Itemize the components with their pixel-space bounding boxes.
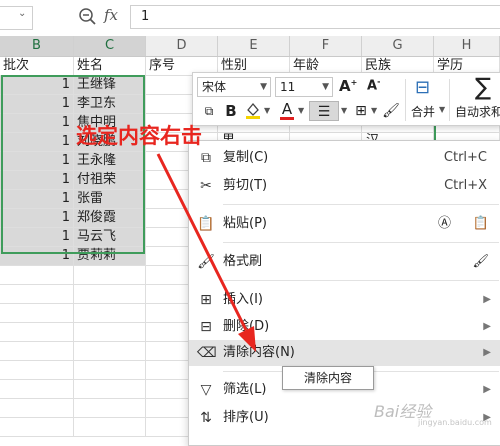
cell-batch[interactable]: 1 — [0, 76, 74, 95]
align-center-icon[interactable]: ☰ — [309, 101, 339, 121]
cell-name[interactable]: 郑俊霞 — [74, 209, 146, 228]
chevron-down-icon[interactable]: ▼ — [341, 101, 347, 121]
column-header-e[interactable]: E — [218, 36, 290, 56]
column-header-d[interactable]: D — [146, 36, 218, 56]
empty-cell[interactable] — [0, 285, 74, 304]
cell-header-name[interactable]: 姓名 — [74, 57, 146, 76]
empty-cell[interactable] — [74, 342, 146, 361]
empty-cell[interactable] — [0, 380, 74, 399]
toolbar-divider — [449, 79, 450, 121]
mini-toolbar: 宋体 ▼ 11 ▼ A+ A- ⧉ B ▼ A ▼ ☰ ▼ ⊞ ▼ 🖌 ⊟ 合并… — [192, 72, 500, 126]
chevron-right-icon: ▶ — [483, 321, 491, 332]
annotation-arrow — [156, 153, 256, 352]
fill-color-icon[interactable] — [243, 101, 263, 121]
empty-cell[interactable] — [74, 266, 146, 285]
cell-batch[interactable]: 1 — [0, 95, 74, 114]
merge-label[interactable]: 合并 — [411, 103, 435, 120]
chevron-down-icon: ▼ — [322, 82, 329, 92]
paint-format-icon[interactable]: 🖌 — [381, 101, 401, 121]
cell-batch[interactable]: 1 — [0, 190, 74, 209]
font-name-value: 宋体 — [202, 80, 227, 94]
chevron-down-icon[interactable]: ▼ — [371, 101, 377, 121]
formula-bar: ⌄ fx 1 — [0, 0, 500, 37]
column-header-bar: B C D E F G H — [0, 36, 500, 57]
cell-batch[interactable]: 1 — [0, 209, 74, 228]
cell-name[interactable]: 付祖荣 — [74, 171, 146, 190]
watermark-sub: jingyan.baidu.com — [418, 418, 492, 427]
chevron-down-icon: ▼ — [260, 82, 267, 92]
empty-cell[interactable] — [0, 304, 74, 323]
autosum-icon[interactable]: ∑ — [475, 73, 491, 101]
font-size-dropdown[interactable]: 11 ▼ — [275, 77, 333, 97]
format-convert-icon[interactable]: ⧉ — [199, 101, 219, 121]
empty-cell[interactable] — [74, 304, 146, 323]
column-header-b[interactable]: B — [0, 36, 74, 56]
toolbar-divider — [405, 79, 406, 121]
font-name-dropdown[interactable]: 宋体 ▼ — [197, 77, 271, 97]
cell-batch[interactable]: 1 — [0, 171, 74, 190]
empty-cell[interactable] — [74, 361, 146, 380]
empty-cell[interactable] — [0, 361, 74, 380]
menu-item-shortcut: Ctrl+C — [443, 150, 487, 165]
chevron-down-icon[interactable]: ▼ — [439, 105, 445, 114]
font-color-icon[interactable]: A — [277, 101, 297, 121]
name-box[interactable] — [0, 6, 33, 30]
menu-item-label: 排序(U) — [223, 410, 269, 425]
chevron-right-icon: ▶ — [483, 384, 491, 395]
paste-special-icon[interactable]: 📋 — [473, 211, 489, 237]
chevron-right-icon: ▶ — [483, 347, 491, 358]
autosum-label[interactable]: 自动求和 — [455, 103, 500, 120]
cell-name[interactable]: 王永隆 — [74, 152, 146, 171]
column-header-g[interactable]: G — [362, 36, 434, 56]
cell-header-batch[interactable]: 批次 — [0, 57, 74, 76]
cell-batch[interactable]: 1 — [0, 228, 74, 247]
bold-icon[interactable]: B — [221, 101, 241, 121]
cell-name[interactable]: 马云飞 — [74, 228, 146, 247]
border-icon[interactable]: ⊞ — [351, 101, 371, 121]
cell-name[interactable]: 贾莉莉 — [74, 247, 146, 266]
chevron-down-icon[interactable]: ▼ — [298, 101, 304, 121]
cell-name[interactable]: 王继锋 — [74, 76, 146, 95]
zoom-icon[interactable] — [78, 7, 98, 27]
empty-cell[interactable] — [74, 380, 146, 399]
cell-name[interactable]: 李卫东 — [74, 95, 146, 114]
empty-cell[interactable] — [74, 418, 146, 437]
empty-cell[interactable] — [0, 323, 74, 342]
cell-batch[interactable]: 1 — [0, 114, 74, 133]
font-grow-icon[interactable]: A+ — [339, 77, 357, 95]
fx-icon[interactable]: fx — [104, 6, 118, 24]
cell-batch[interactable]: 1 — [0, 133, 74, 152]
empty-cell[interactable] — [0, 342, 74, 361]
filter-icon: ▽ — [200, 382, 212, 398]
empty-cell[interactable] — [74, 399, 146, 418]
menu-item-label: 筛选(L) — [223, 382, 267, 397]
annotation-text: 选定内容右击 — [76, 124, 202, 148]
sort-icon: ⇅ — [200, 410, 212, 426]
empty-cell[interactable] — [0, 266, 74, 285]
cell-batch[interactable]: 1 — [0, 152, 74, 171]
chevron-right-icon: ▶ — [483, 294, 491, 305]
cell-batch[interactable]: 1 — [0, 247, 74, 266]
column-header-h[interactable]: H — [434, 36, 500, 56]
font-size-value: 11 — [280, 80, 296, 94]
tooltip: 清除内容 — [282, 366, 374, 390]
column-header-f[interactable]: F — [290, 36, 362, 56]
format-brush-icon[interactable]: 🖌 — [472, 249, 489, 275]
cell-name[interactable]: 张雷 — [74, 190, 146, 209]
chevron-down-icon[interactable]: ▼ — [264, 101, 270, 121]
font-shrink-icon[interactable]: A- — [367, 77, 380, 93]
formula-input[interactable]: 1 — [130, 5, 500, 29]
menu-item-shortcut: Ctrl+X — [444, 178, 487, 193]
merge-icon[interactable]: ⊟ — [415, 77, 430, 98]
empty-cell[interactable] — [74, 285, 146, 304]
chevron-down-icon[interactable]: ⌄ — [18, 8, 26, 19]
paste-values-icon[interactable]: Ⓐ — [438, 211, 451, 237]
empty-cell[interactable] — [0, 399, 74, 418]
empty-cell[interactable] — [0, 418, 74, 437]
column-header-c[interactable]: C — [74, 36, 146, 56]
empty-cell[interactable] — [74, 323, 146, 342]
